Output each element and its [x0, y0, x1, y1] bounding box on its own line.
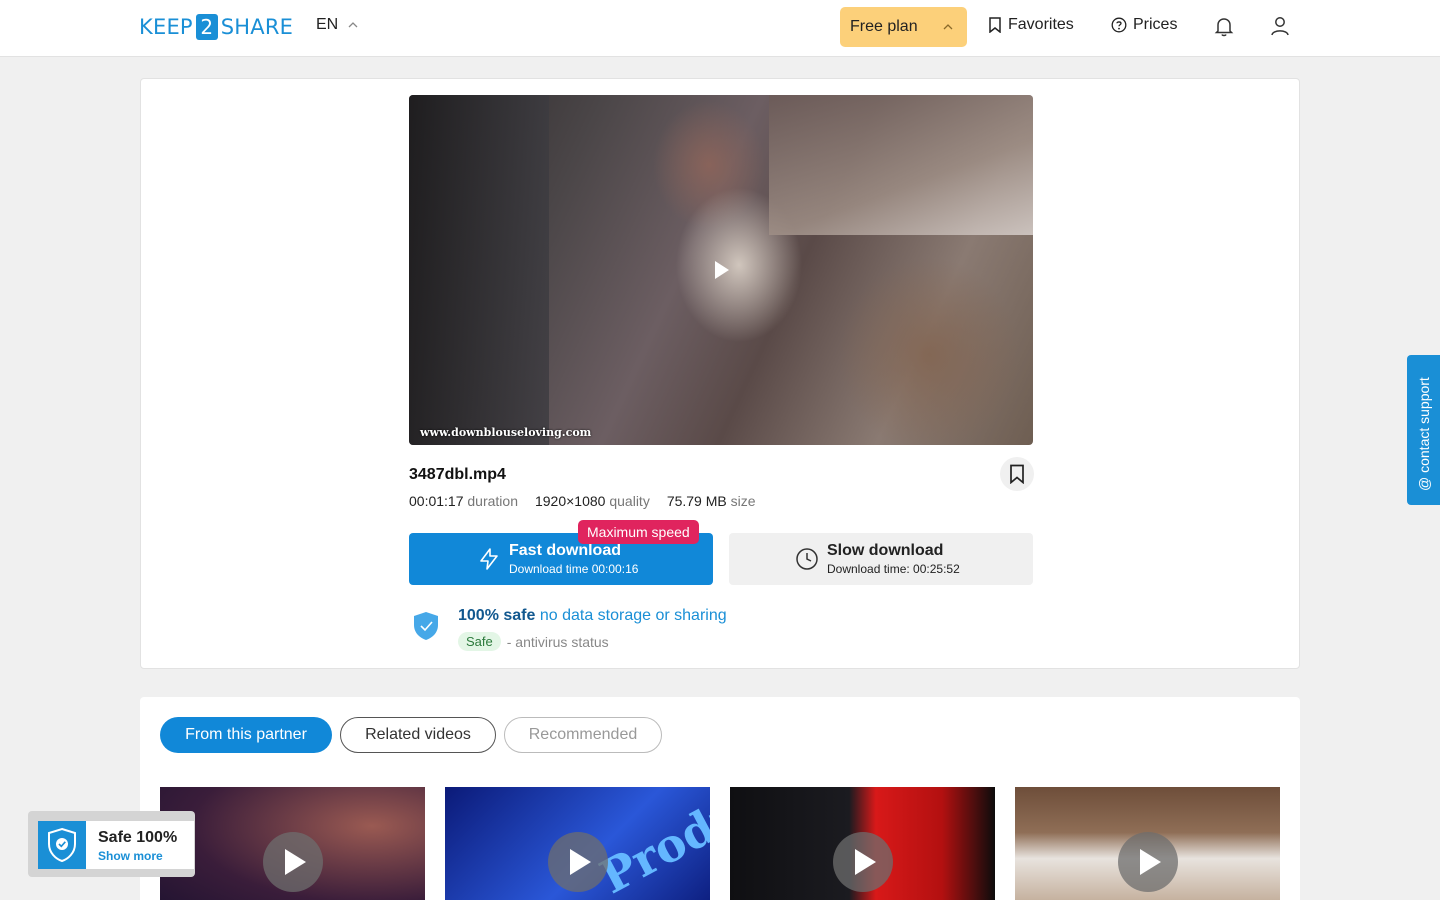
- prices-label: Prices: [1133, 16, 1178, 33]
- language-label: EN: [316, 16, 339, 33]
- file-size: 75.79 MB size: [666, 493, 756, 509]
- play-icon: [855, 849, 876, 875]
- fast-download-time: Download time 00:00:16: [509, 562, 639, 576]
- video-thumbnail[interactable]: [1015, 787, 1280, 900]
- contact-support-tab[interactable]: @ contact support: [1407, 355, 1440, 505]
- file-meta: 00:01:17 duration 1920×1080 quality 75.7…: [409, 493, 756, 509]
- language-selector[interactable]: EN: [316, 16, 358, 34]
- video-thumbnail[interactable]: [730, 787, 995, 900]
- logo-text-right: SHARE: [220, 15, 294, 39]
- tab-recommended[interactable]: Recommended: [504, 717, 662, 753]
- free-plan-label: Free plan: [850, 18, 918, 35]
- bookmark-icon: [989, 17, 1001, 33]
- antivirus-status-text: - antivirus status: [506, 633, 609, 650]
- keep2share-logo[interactable]: KEEP 2 SHARE: [139, 13, 293, 41]
- top-header: KEEP 2 SHARE EN Free plan Favorites Pric…: [0, 0, 1440, 57]
- safety-headline: 100% safe: [458, 607, 536, 624]
- prices-link[interactable]: Prices: [1111, 16, 1177, 34]
- play-icon: [1140, 849, 1161, 875]
- video-preview[interactable]: www.downblouseloving.com: [409, 95, 1033, 445]
- antivirus-status-pill: Safe: [458, 632, 501, 651]
- slow-download-label: Slow download: [827, 542, 944, 559]
- video-frame-shade: [409, 95, 549, 445]
- play-icon: [570, 849, 591, 875]
- safe-badge-inner: Safe 100% Show more: [38, 821, 194, 869]
- contact-support-label: @ contact support: [1416, 377, 1432, 491]
- favorites-label: Favorites: [1008, 16, 1074, 33]
- shield-check-icon: [48, 827, 76, 863]
- file-card: www.downblouseloving.com 3487dbl.mp4 00:…: [140, 78, 1300, 669]
- safe-badge-popup[interactable]: Safe 100% Show more: [28, 811, 195, 877]
- safety-subline: no data storage or sharing: [539, 607, 727, 624]
- shield-badge: [38, 821, 86, 869]
- clock-icon: [796, 548, 818, 570]
- bookmark-icon: [1010, 464, 1024, 484]
- video-thumbnail[interactable]: [160, 787, 425, 900]
- chevron-up-icon: [943, 24, 953, 30]
- safe-badge-title: Safe 100%: [98, 829, 178, 846]
- safety-statement: 100% safe no data storage or sharing: [458, 607, 727, 625]
- chevron-up-icon: [348, 22, 358, 28]
- antivirus-status: Safe - antivirus status: [458, 632, 609, 651]
- play-icon[interactable]: [714, 260, 730, 280]
- play-button[interactable]: [833, 832, 893, 892]
- file-duration: 00:01:17 duration: [409, 493, 518, 509]
- video-watermark: www.downblouseloving.com: [420, 426, 592, 439]
- video-frame-highlight: [769, 95, 1033, 235]
- help-circle-icon: [1111, 17, 1127, 33]
- logo-text-left: KEEP: [139, 15, 193, 39]
- file-name: 3487dbl.mp4: [409, 466, 506, 483]
- videos-section: From this partner Related videos Recomme…: [140, 697, 1300, 900]
- slow-download-time: Download time: 00:25:52: [827, 562, 960, 576]
- logo-text-mid: 2: [195, 14, 218, 40]
- play-button[interactable]: [548, 832, 608, 892]
- play-button[interactable]: [263, 832, 323, 892]
- tab-related-videos[interactable]: Related videos: [340, 717, 496, 753]
- favorites-link[interactable]: Favorites: [988, 16, 1074, 34]
- bell-icon[interactable]: [1212, 14, 1236, 38]
- thumbnail-text: Produ: [591, 787, 710, 900]
- lightning-icon: [480, 548, 498, 570]
- video-thumbnail[interactable]: Produ: [445, 787, 710, 900]
- user-icon[interactable]: [1268, 14, 1292, 38]
- shield-check-icon: [414, 612, 438, 640]
- slow-download-button[interactable]: Slow download Download time: 00:25:52: [729, 533, 1033, 585]
- file-quality: 1920×1080 quality: [534, 493, 650, 509]
- play-button[interactable]: [1118, 832, 1178, 892]
- fast-download-label: Fast download: [509, 542, 621, 559]
- tab-from-this-partner[interactable]: From this partner: [160, 717, 332, 753]
- maximum-speed-badge: Maximum speed: [578, 520, 699, 544]
- show-more-link[interactable]: Show more: [98, 849, 163, 863]
- free-plan-button[interactable]: Free plan: [840, 7, 967, 47]
- add-to-favorites-button[interactable]: [1000, 457, 1034, 491]
- play-icon: [285, 849, 306, 875]
